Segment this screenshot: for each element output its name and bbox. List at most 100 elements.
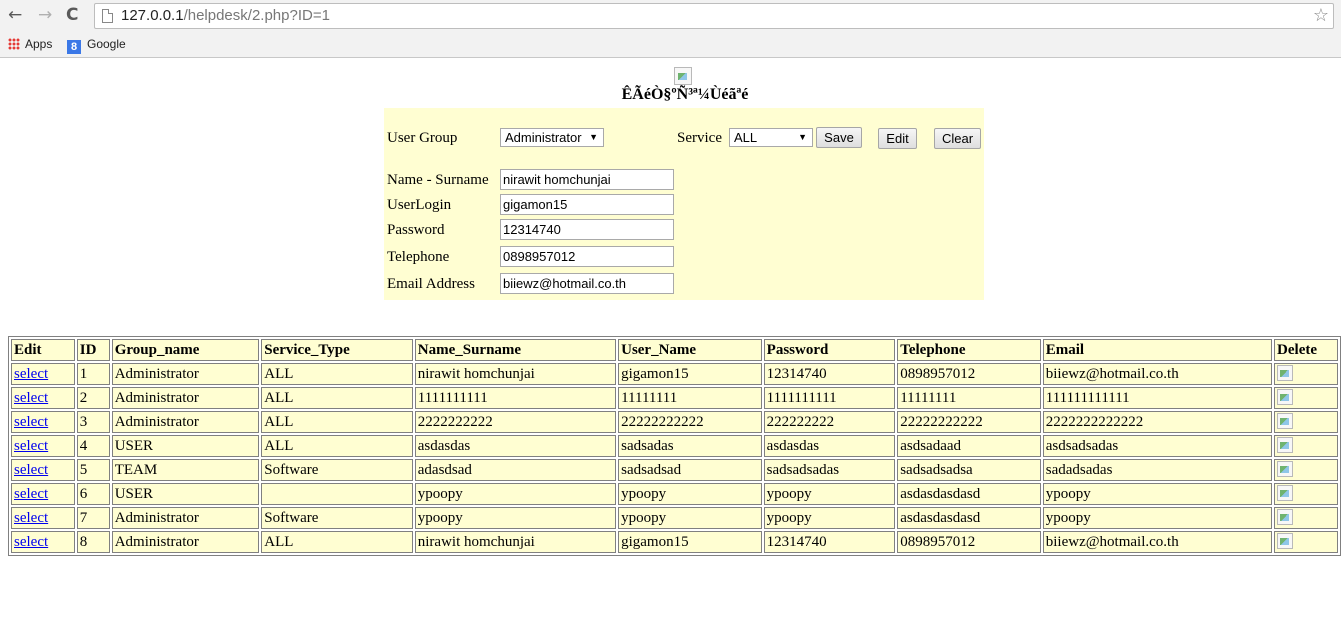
table-cell: ALL [261, 387, 413, 409]
select-link[interactable]: select [14, 510, 48, 526]
table-cell: ypoopy [414, 507, 617, 529]
delete-icon[interactable] [1277, 461, 1294, 477]
table-cell: asdasdasdasd [897, 507, 1041, 529]
select-link[interactable]: select [14, 438, 48, 454]
table-cell: sadsadsadsa [897, 459, 1041, 481]
table-cell: gigamon15 [618, 363, 762, 385]
reload-icon[interactable]: C [66, 4, 78, 26]
delete-cell [1274, 435, 1338, 457]
user-form: User Group Administrator ▼ Service ALL ▼… [384, 108, 984, 300]
bookmark-google[interactable]: 8 Google [67, 36, 126, 54]
column-header: Email [1042, 339, 1273, 361]
table-cell: sadsadas [618, 435, 762, 457]
table-cell: Administrator [111, 531, 260, 553]
broken-image-icon [674, 67, 692, 85]
table-cell: 0898957012 [897, 531, 1041, 553]
table-cell: 2 [76, 387, 110, 409]
select-cell: select [11, 435, 75, 457]
table-cell: 11111111 [897, 387, 1041, 409]
delete-icon[interactable] [1277, 437, 1294, 453]
table-cell [261, 483, 413, 505]
table-cell: 22222222222 [618, 411, 762, 433]
page-icon [102, 9, 113, 23]
delete-cell [1274, 483, 1338, 505]
delete-icon[interactable] [1277, 485, 1294, 501]
delete-icon[interactable] [1277, 389, 1294, 405]
table-header-row: Edit ID Group_name Service_Type Name_Sur… [11, 339, 1338, 361]
telephone-label: Telephone [387, 249, 450, 265]
apps-grid-icon [8, 38, 20, 50]
user-group-select[interactable]: Administrator ▼ [500, 128, 604, 147]
select-link[interactable]: select [14, 414, 48, 430]
table-cell: ALL [261, 363, 413, 385]
password-input[interactable]: 12314740 [500, 219, 674, 240]
delete-icon[interactable] [1277, 509, 1294, 525]
table-cell: sadsadsadas [763, 459, 896, 481]
bookmark-apps[interactable]: Apps [8, 36, 52, 52]
table-cell: USER [111, 435, 260, 457]
table-cell: Administrator [111, 507, 260, 529]
email-input[interactable]: biiewz@hotmail.co.th [500, 273, 674, 294]
select-link[interactable]: select [14, 390, 48, 406]
table-cell: 22222222222 [897, 411, 1041, 433]
table-cell: adasdsad [414, 459, 617, 481]
delete-icon[interactable] [1277, 365, 1294, 381]
table-cell: 12314740 [763, 363, 896, 385]
table-cell: asdasdas [763, 435, 896, 457]
table-cell: 7 [76, 507, 110, 529]
delete-cell [1274, 363, 1338, 385]
table-cell: 1111111111 [414, 387, 617, 409]
select-cell: select [11, 507, 75, 529]
column-header: ID [76, 339, 110, 361]
password-label: Password [387, 222, 445, 238]
table-cell: 5 [76, 459, 110, 481]
select-cell: select [11, 459, 75, 481]
delete-icon[interactable] [1277, 533, 1294, 549]
delete-icon[interactable] [1277, 413, 1294, 429]
table-row: select 7 Administrator Software ypoopy y… [11, 507, 1338, 529]
userlogin-input[interactable]: gigamon15 [500, 194, 674, 215]
table-cell: TEAM [111, 459, 260, 481]
bookmark-star-icon[interactable]: ☆ [1313, 4, 1329, 28]
bookmarks-bar: Apps 8 Google [0, 33, 1341, 55]
column-header: Edit [11, 339, 75, 361]
navigation-bar: ← → C 127.0.0.1/helpdesk/2.php?ID=1 ☆ [0, 0, 1341, 32]
table-cell: Administrator [111, 387, 260, 409]
delete-cell [1274, 531, 1338, 553]
table-cell: 111111111111 [1042, 387, 1273, 409]
save-button[interactable]: Save [816, 127, 862, 148]
clear-button[interactable]: Clear [934, 128, 981, 149]
select-link[interactable]: select [14, 462, 48, 478]
table-row: select 5 TEAM Software adasdsad sadsadsa… [11, 459, 1338, 481]
select-link[interactable]: select [14, 366, 48, 382]
service-select[interactable]: ALL ▼ [729, 128, 813, 147]
forward-arrow-icon[interactable]: → [38, 4, 52, 26]
table-cell: 8 [76, 531, 110, 553]
dropdown-arrow-icon: ▼ [589, 132, 598, 142]
table-cell: ALL [261, 531, 413, 553]
name-surname-input[interactable]: nirawit homchunjai [500, 169, 674, 190]
table-cell: biiewz@hotmail.co.th [1042, 531, 1273, 553]
table-cell: ypoopy [618, 483, 762, 505]
telephone-input[interactable]: 0898957012 [500, 246, 674, 267]
table-cell: ypoopy [763, 483, 896, 505]
column-header: Delete [1274, 339, 1338, 361]
select-link[interactable]: select [14, 534, 48, 550]
select-link[interactable]: select [14, 486, 48, 502]
edit-button[interactable]: Edit [878, 128, 917, 149]
delete-cell [1274, 387, 1338, 409]
table-cell: 3 [76, 411, 110, 433]
table-cell: sadadsadas [1042, 459, 1273, 481]
back-arrow-icon[interactable]: ← [8, 4, 22, 26]
table-cell: ypoopy [1042, 483, 1273, 505]
table-row: select 3 Administrator ALL 2222222222 22… [11, 411, 1338, 433]
table-cell: asdsadaad [897, 435, 1041, 457]
table-cell: biiewz@hotmail.co.th [1042, 363, 1273, 385]
table-cell: 1111111111 [763, 387, 896, 409]
address-bar[interactable]: 127.0.0.1/helpdesk/2.php?ID=1 ☆ [94, 3, 1334, 29]
name-surname-label: Name - Surname [387, 172, 489, 188]
table-cell: 2222222222222 [1042, 411, 1273, 433]
column-header: Name_Surname [414, 339, 617, 361]
table-row: select 8 Administrator ALL nirawit homch… [11, 531, 1338, 553]
table-row: select 2 Administrator ALL 1111111111 11… [11, 387, 1338, 409]
